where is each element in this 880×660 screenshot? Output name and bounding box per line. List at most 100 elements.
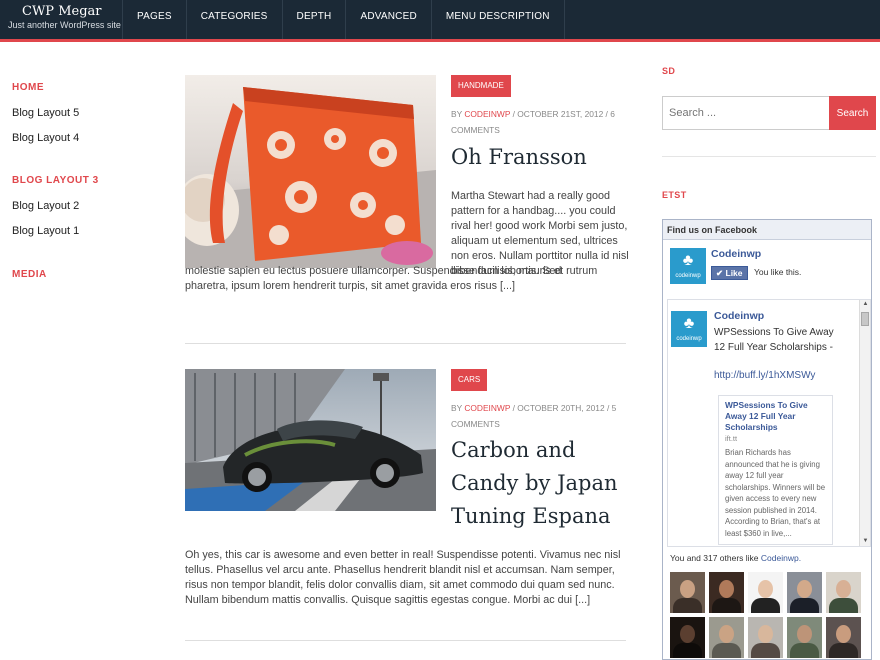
- post-excerpt-full: molestie sapien eu lectus posuere ullamc…: [185, 265, 598, 292]
- card-title[interactable]: WPSessions To Give Away 12 Full Year Sch…: [725, 400, 828, 433]
- avatar-body: [673, 598, 702, 613]
- post-thumbnail-handbag[interactable]: CAP: [185, 75, 436, 268]
- feed-avatar[interactable]: ♣ codeinwp: [671, 311, 707, 347]
- fan-avatar[interactable]: [748, 572, 783, 613]
- fan-avatar[interactable]: [670, 572, 705, 613]
- left-menu-home[interactable]: HOME: [12, 82, 44, 93]
- fan-avatar[interactable]: [748, 617, 783, 658]
- left-menu-media[interactable]: MEDIA: [12, 269, 47, 280]
- logo-text: codeinwp: [675, 273, 701, 279]
- post-title-oh-fransson[interactable]: Oh Fransson: [451, 141, 629, 174]
- left-menu-blog-layout-3[interactable]: BLOG LAYOUT 3: [12, 175, 99, 186]
- post-thumbnail-car[interactable]: [185, 369, 436, 511]
- avatar-head: [797, 580, 812, 598]
- avatar-body: [751, 643, 780, 658]
- facebook-page-info: ♣ codeinwp Codeinwp ✔ Like You like this.: [670, 248, 866, 292]
- avatar-body: [829, 598, 858, 613]
- left-menu-blog-layout-2[interactable]: Blog Layout 2: [12, 200, 79, 212]
- post-excerpt-full: Oh yes, this car is awesome and even bet…: [185, 549, 621, 606]
- nav-pages[interactable]: PAGES: [122, 0, 186, 39]
- widget-title-sd: SD: [662, 66, 676, 76]
- feed-post-link[interactable]: http://buff.ly/1hXMSWy: [714, 370, 815, 381]
- site-tagline: Just another WordPress site: [8, 20, 121, 30]
- feed-link-card[interactable]: WPSessions To Give Away 12 Full Year Sch…: [718, 395, 833, 545]
- leaf-icon: ♣: [682, 252, 694, 269]
- facebook-page-name[interactable]: Codeinwp: [711, 248, 761, 260]
- fan-avatar[interactable]: [787, 572, 822, 613]
- fan-avatar[interactable]: [709, 617, 744, 658]
- post-meta: BY CODEINWP / OCTOBER 21ST, 2012 / 6 COM…: [451, 106, 621, 138]
- fan-avatar[interactable]: [709, 572, 744, 613]
- category-badge-cars[interactable]: CARS: [451, 369, 488, 391]
- avatar-head: [680, 625, 695, 643]
- card-body: Brian Richards has announced that he is …: [725, 448, 826, 538]
- card-source: ift.tt: [725, 434, 738, 443]
- avatar-body: [673, 643, 702, 658]
- avatar-body: [751, 598, 780, 613]
- meta-by: BY: [451, 109, 465, 119]
- facebook-widget-header: Find us on Facebook: [663, 220, 871, 240]
- facebook-widget: Find us on Facebook ♣ codeinwp Codeinwp ✔…: [662, 219, 872, 660]
- avatar-body: [790, 598, 819, 613]
- avatar-body: [829, 643, 858, 658]
- facebook-feed[interactable]: ♣ codeinwp Codeinwp WPSessions To Give Aw…: [667, 299, 871, 547]
- author-link[interactable]: CODEINWP: [464, 403, 510, 413]
- avatar-body: [712, 643, 741, 658]
- leaf-icon: ♣: [683, 315, 695, 332]
- main-nav: PAGES CATEGORIES DEPTH ADVANCED MENU DES…: [122, 0, 565, 39]
- feed-post-text: WPSessions To Give Away 12 Full Year Sch…: [714, 327, 834, 353]
- avatar-head: [719, 580, 734, 598]
- scrollbar-thumb[interactable]: [861, 312, 869, 326]
- avatar-head: [719, 625, 734, 643]
- likes-summary: You and 317 others like Codeinwp.: [670, 553, 801, 563]
- thumbs-up-icon: ✔: [716, 268, 724, 278]
- search-button[interactable]: Search: [829, 96, 876, 130]
- feed-scrollbar[interactable]: ▲ ▼: [859, 300, 870, 546]
- site-header: CWP Megar Just another WordPress site PA…: [0, 0, 880, 42]
- left-menu-blog-layout-1[interactable]: Blog Layout 1: [12, 225, 79, 237]
- avatar-head: [758, 580, 773, 598]
- fan-avatar[interactable]: [670, 617, 705, 658]
- category-badge-handmade[interactable]: HANDMADE: [451, 75, 511, 97]
- avatar-body: [712, 598, 741, 613]
- fan-avatar[interactable]: [826, 617, 861, 658]
- avatar-head: [758, 625, 773, 643]
- nav-advanced[interactable]: ADVANCED: [345, 0, 430, 39]
- like-button[interactable]: ✔ Like: [711, 266, 748, 280]
- post-divider: [185, 343, 626, 344]
- nav-categories[interactable]: CATEGORIES: [185, 0, 282, 39]
- handbag-photo: CAP: [185, 75, 436, 268]
- avatar-body: [790, 643, 819, 658]
- logo-text: codeinwp: [676, 336, 702, 342]
- search-input[interactable]: [662, 96, 829, 130]
- post-meta: BY CODEINWP / OCTOBER 20TH, 2012 / 5 COM…: [451, 400, 621, 432]
- scroll-up-arrow-icon[interactable]: ▲: [861, 300, 870, 309]
- likes-page-link[interactable]: Codeinwp.: [761, 553, 801, 563]
- post-divider: [185, 640, 626, 641]
- left-menu-blog-layout-5[interactable]: Blog Layout 5: [12, 107, 79, 119]
- avatar-head: [680, 580, 695, 598]
- left-menu-blog-layout-4[interactable]: Blog Layout 4: [12, 132, 79, 144]
- fan-avatar[interactable]: [787, 617, 822, 658]
- like-status: You like this.: [754, 267, 802, 277]
- meta-by: BY: [451, 403, 465, 413]
- fan-avatar[interactable]: [826, 572, 861, 613]
- scroll-down-arrow-icon[interactable]: ▼: [861, 537, 870, 546]
- avatar-head: [797, 625, 812, 643]
- avatar-head: [836, 580, 851, 598]
- fan-faces-grid: [670, 572, 861, 658]
- nav-depth[interactable]: DEPTH: [281, 0, 346, 39]
- post-title-carbon-and-candy[interactable]: Carbon and Candy by Japan Tuning Espana: [451, 434, 629, 533]
- nav-menu-description[interactable]: MENU DESCRIPTION: [430, 0, 565, 39]
- widget-divider: [662, 156, 876, 157]
- like-button-label: Like: [725, 268, 743, 278]
- likes-count-text: You and 317 others like: [670, 553, 761, 563]
- widget-title-etst: ETST: [662, 190, 687, 200]
- feed-author[interactable]: Codeinwp: [714, 310, 764, 322]
- sports-car-photo: [185, 369, 436, 511]
- site-brand[interactable]: CWP Megar Just another WordPress site: [0, 0, 126, 39]
- site-title[interactable]: CWP Megar: [8, 4, 126, 19]
- avatar-head: [836, 625, 851, 643]
- codeinwp-logo[interactable]: ♣ codeinwp: [670, 248, 706, 284]
- author-link[interactable]: CODEINWP: [464, 109, 510, 119]
